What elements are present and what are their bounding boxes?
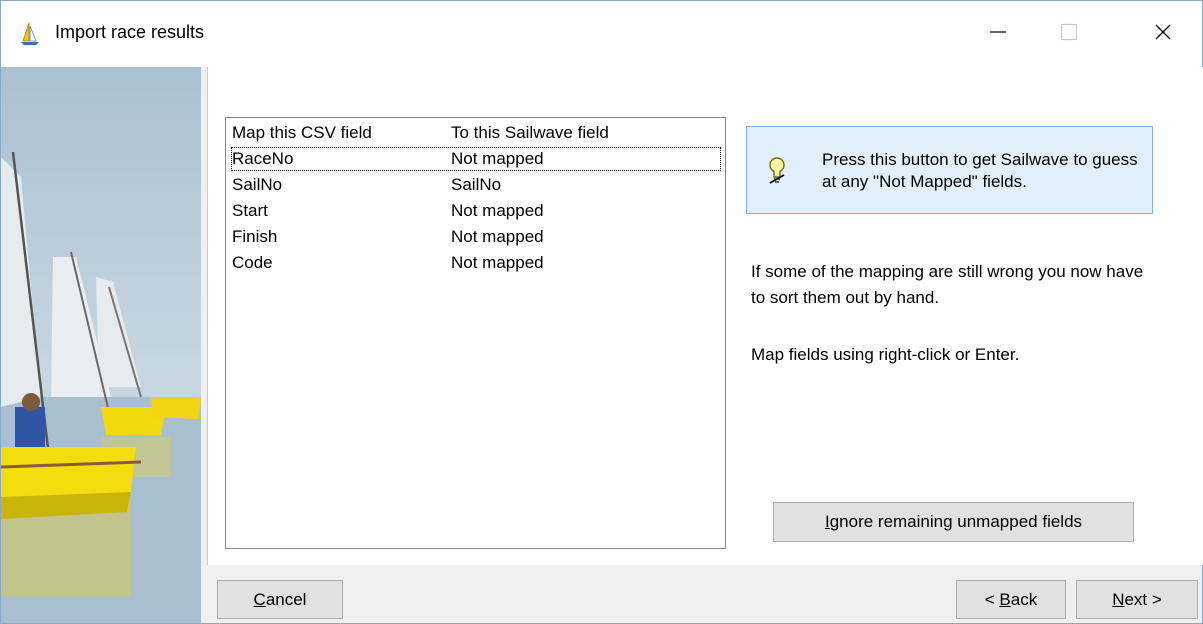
list-item[interactable]: Code Not mapped — [232, 252, 720, 274]
sailwave-field-name: Not mapped — [451, 227, 544, 246]
column-header-sailwave-field[interactable]: To this Sailwave field — [451, 123, 609, 143]
sailwave-field-name: Not mapped — [451, 149, 544, 168]
maximize-icon — [1060, 23, 1078, 41]
close-button[interactable] — [1140, 9, 1186, 55]
back-button-mnemonic: B — [999, 589, 1011, 609]
map-fields-hint: Map fields using right-click or Enter. — [751, 345, 1020, 364]
window-title: Import race results — [55, 22, 205, 42]
back-button[interactable]: < Back — [956, 580, 1066, 619]
csv-field-name: Code — [232, 253, 273, 272]
csv-field-name: Finish — [232, 227, 278, 246]
sailwave-field-name: Not mapped — [451, 201, 544, 220]
next-button-label: ext > — [1124, 589, 1162, 609]
sailwave-field-name: Not mapped — [451, 253, 544, 272]
column-header-csv-field[interactable]: Map this CSV field — [232, 123, 372, 143]
minimize-button[interactable] — [975, 9, 1021, 55]
back-button-prefix: < — [984, 589, 1000, 609]
sailing-dinghies-image — [1, 67, 201, 623]
csv-field-name: RaceNo — [232, 149, 294, 168]
ignore-unmapped-fields-button[interactable]: Ignore remaining unmapped fields — [773, 502, 1134, 542]
list-item[interactable]: SailNo SailNo — [232, 174, 720, 196]
cancel-button-label: ancel — [265, 589, 307, 609]
next-button-mnemonic: N — [1112, 589, 1125, 609]
ignore-button-label: gnore remaining unmapped fields — [829, 512, 1083, 531]
sailwave-field-name: SailNo — [451, 175, 502, 194]
csv-field-name: Start — [232, 201, 268, 220]
list-header: Map this CSV field To this Sailwave fiel… — [232, 122, 720, 144]
lightbulb-icon — [769, 157, 785, 184]
list-item[interactable]: Finish Not mapped — [232, 226, 720, 248]
next-button[interactable]: Next > — [1076, 580, 1198, 619]
minimize-icon — [990, 31, 1006, 33]
title-bar[interactable]: Import race results — [1, 1, 1202, 67]
list-item[interactable]: RaceNo Not mapped — [231, 147, 721, 171]
auto-map-guess-button[interactable]: Press this button to get Sailwave to gue… — [746, 126, 1153, 214]
back-button-label: ack — [1010, 589, 1038, 609]
auto-map-tip-text: Press this button to get Sailwave to gue… — [822, 150, 1138, 191]
field-mapping-list[interactable]: Map this CSV field To this Sailwave fiel… — [225, 117, 726, 549]
csv-field-name: SailNo — [232, 175, 283, 194]
import-race-results-window: Import race results Map this CSV field T… — [0, 0, 1203, 624]
close-icon — [1155, 24, 1171, 40]
sailboat-icon — [21, 22, 39, 45]
manual-mapping-instructions: If some of the mapping are still wrong y… — [751, 262, 1144, 307]
maximize-button[interactable] — [1046, 9, 1092, 55]
cancel-button[interactable]: Cancel — [217, 580, 343, 619]
list-item[interactable]: Start Not mapped — [232, 200, 720, 222]
cancel-button-mnemonic: C — [253, 589, 266, 609]
